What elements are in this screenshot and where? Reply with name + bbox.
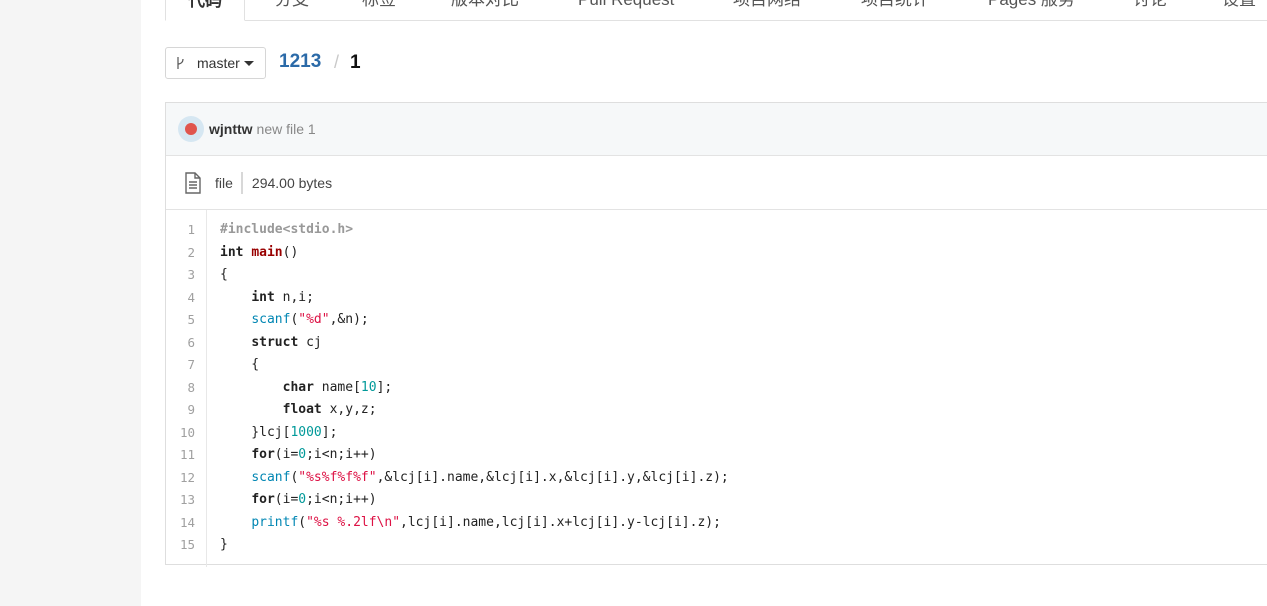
code-line: 6 struct cj [166, 332, 1267, 355]
code-text: for(i=0;i<n;i++) [251, 447, 377, 462]
code-text: }lcj[1000]; [220, 424, 338, 440]
branch-selector[interactable]: master [165, 47, 266, 79]
tab-compare[interactable]: 版本对比 [451, 0, 519, 20]
commit-author[interactable]: wjnttw [209, 121, 253, 137]
breadcrumb-file: 1 [350, 52, 361, 73]
code-text: int main() [220, 244, 299, 260]
line-number[interactable]: 12 [166, 467, 206, 490]
code-text: { [220, 357, 260, 372]
code-text: struct cj [251, 334, 322, 350]
code-line: 13 for(i=0;i<n;i++) [166, 489, 1267, 512]
gutter-divider [206, 210, 207, 567]
code-text: for(i=0;i<n;i++) [251, 492, 377, 507]
code-text: } [220, 537, 228, 552]
code-text: printf("%s %.2lf\n",lcj[i].name,lcj[i].x… [251, 514, 721, 530]
code-line: 12 scanf("%s%f%f%f",&lcj[i].name,&lcj[i]… [166, 467, 1267, 490]
line-number[interactable]: 14 [166, 512, 206, 535]
line-number[interactable]: 8 [166, 377, 206, 400]
avatar[interactable] [178, 116, 204, 142]
line-number[interactable]: 1 [166, 219, 206, 242]
file-viewer: wjnttw new file 1 file 294.00 bytes 1 #in… [165, 102, 1267, 567]
branch-name: master [197, 55, 240, 71]
line-number[interactable]: 15 [166, 534, 206, 557]
tab-network[interactable]: 项目网络 [733, 0, 801, 20]
line-number[interactable]: 3 [166, 264, 206, 287]
code-line: 10 }lcj[1000]; [166, 422, 1267, 445]
line-number[interactable]: 9 [166, 399, 206, 422]
file-type-label: file [215, 174, 233, 191]
line-number[interactable]: 13 [166, 489, 206, 512]
code-block: 1 #include<stdio.h> 2 int main() 3{4 int n,i… [166, 210, 1267, 567]
tab-tags[interactable]: 标签 [362, 0, 396, 20]
code-line: 14 printf("%s %.2lf\n",lcj[i].name,lcj[i… [166, 512, 1267, 535]
code-line: 11 for(i=0;i<n;i++) [166, 444, 1267, 467]
code-text: { [220, 267, 228, 282]
code-text: float x,y,z; [282, 402, 377, 417]
code-line: 8 char name[10]; [166, 377, 1267, 400]
left-gutter [0, 0, 141, 606]
code-line: 5 scanf("%d",&n); [166, 309, 1267, 332]
code-line: 7 { [166, 354, 1267, 377]
commit-bar: wjnttw new file 1 [166, 103, 1267, 156]
avatar-dot [185, 123, 197, 135]
tab-pull-request[interactable]: Pull Request [578, 0, 674, 20]
line-number[interactable]: 4 [166, 287, 206, 310]
line-number[interactable]: 6 [166, 332, 206, 355]
tab-branches[interactable]: 分支 [275, 0, 309, 20]
code-text: #include<stdio.h> [220, 222, 354, 237]
tab-settings[interactable]: 设置 [1222, 0, 1256, 20]
line-number[interactable]: 5 [166, 309, 206, 332]
tab-pages[interactable]: Pages 服务 [988, 0, 1075, 20]
code-line: 9 float x,y,z; [166, 399, 1267, 422]
code-line: 2 int main() [166, 242, 1267, 265]
file-icon [185, 171, 201, 194]
line-number[interactable]: 7 [166, 354, 206, 377]
line-number[interactable]: 10 [166, 422, 206, 445]
divider [240, 171, 243, 194]
code-text: scanf("%d",&n); [251, 312, 369, 327]
branch-icon [177, 57, 184, 69]
chevron-down-icon [243, 60, 254, 66]
code-text: char name[10]; [282, 379, 393, 395]
code-line: 15} [166, 534, 1267, 557]
line-number[interactable]: 11 [166, 444, 206, 467]
repo-tabs: 代码 分支 标签 版本对比 Pull Request 项目网络 项目统计 Pag… [165, 0, 1267, 21]
file-info-bar: file 294.00 bytes [166, 156, 1267, 210]
file-size: 294.00 bytes [251, 174, 333, 191]
code-text: scanf("%s%f%f%f",&lcj[i].name,&lcj[i].x,… [251, 469, 729, 485]
tab-code[interactable]: 代码 [165, 0, 245, 21]
tab-discussion[interactable]: 讨论 [1133, 0, 1167, 20]
code-line: 1 #include<stdio.h> [166, 219, 1267, 242]
code-text: int n,i; [251, 289, 314, 305]
commit-message[interactable]: new file 1 [257, 121, 316, 137]
breadcrumb-repo[interactable]: 1213 [279, 51, 321, 73]
code-line: 3{ [166, 264, 1267, 287]
tab-stats[interactable]: 项目统计 [861, 0, 929, 20]
code-line: 4 int n,i; [166, 287, 1267, 310]
line-number[interactable]: 2 [166, 242, 206, 265]
breadcrumb-separator: / [334, 52, 340, 72]
